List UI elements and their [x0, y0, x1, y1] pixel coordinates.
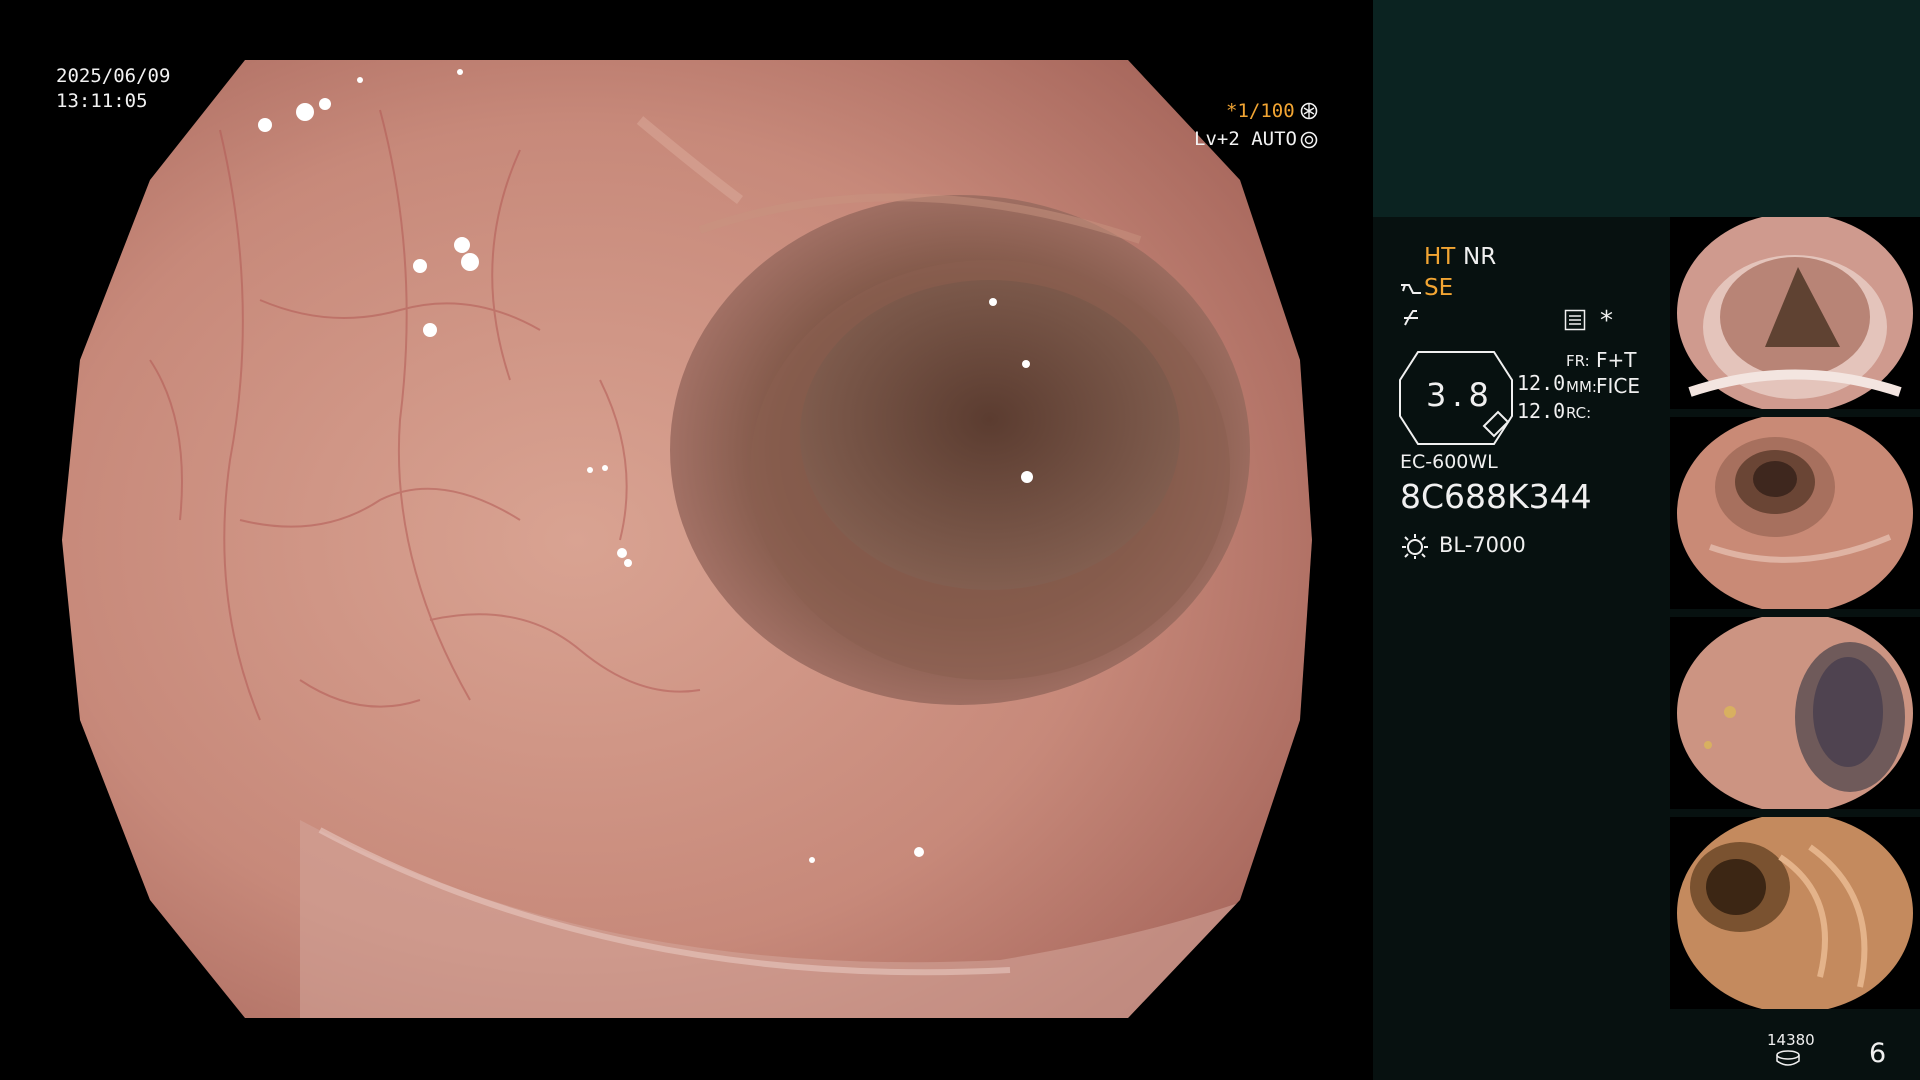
- mm-value: FICE: [1596, 374, 1641, 398]
- readout-1: 12.0: [1517, 371, 1566, 395]
- rc-label: RC:: [1566, 404, 1592, 422]
- info-panel: HT NR SE * 3.8 12.0 12.0 FR: F+T MM: FIC…: [1373, 0, 1920, 1080]
- mm-label: MM:: [1566, 378, 1597, 396]
- ht-indicator: HT: [1424, 244, 1456, 270]
- storage-count: 14380: [1767, 1031, 1815, 1049]
- thumbnail-1[interactable]: [1670, 217, 1920, 409]
- disk-icon: [1775, 1050, 1801, 1071]
- scope-model: EC-600WL: [1400, 451, 1498, 473]
- endoscope-image: [62, 60, 1312, 1018]
- date-readout: 2025/06/09: [56, 65, 171, 87]
- se-indicator: SE: [1424, 275, 1454, 301]
- fr-label: FR:: [1566, 352, 1590, 370]
- scope-serial: 8C688K344: [1400, 477, 1592, 516]
- thumbnail-4[interactable]: [1670, 817, 1920, 1009]
- image-count: 6: [1869, 1038, 1887, 1069]
- signal-icon: [1401, 307, 1421, 334]
- asterisk-icon: *: [1600, 306, 1613, 336]
- time-readout: 13:11:05: [56, 90, 148, 112]
- readout-2: 12.0: [1517, 399, 1566, 423]
- thumbnail-2[interactable]: [1670, 417, 1920, 609]
- thumbnail-3[interactable]: [1670, 617, 1920, 809]
- panel-header-area: [1373, 0, 1920, 217]
- light-source: BL-7000: [1439, 533, 1526, 557]
- endoscope-view: 2025/06/09 13:11:05 *1/100 Lv+2 AUTO: [0, 0, 1373, 1080]
- shutter-speed: *1/100: [1226, 100, 1295, 122]
- menu-icon: [1564, 309, 1586, 336]
- zoom-value: 3.8: [1426, 376, 1495, 414]
- nr-indicator: NR: [1463, 244, 1497, 270]
- fr-value: F+T: [1596, 348, 1637, 372]
- scope-icon: [1399, 279, 1423, 304]
- brightness-level: Lv+2 AUTO: [1194, 128, 1297, 150]
- sun-icon: [1400, 532, 1430, 565]
